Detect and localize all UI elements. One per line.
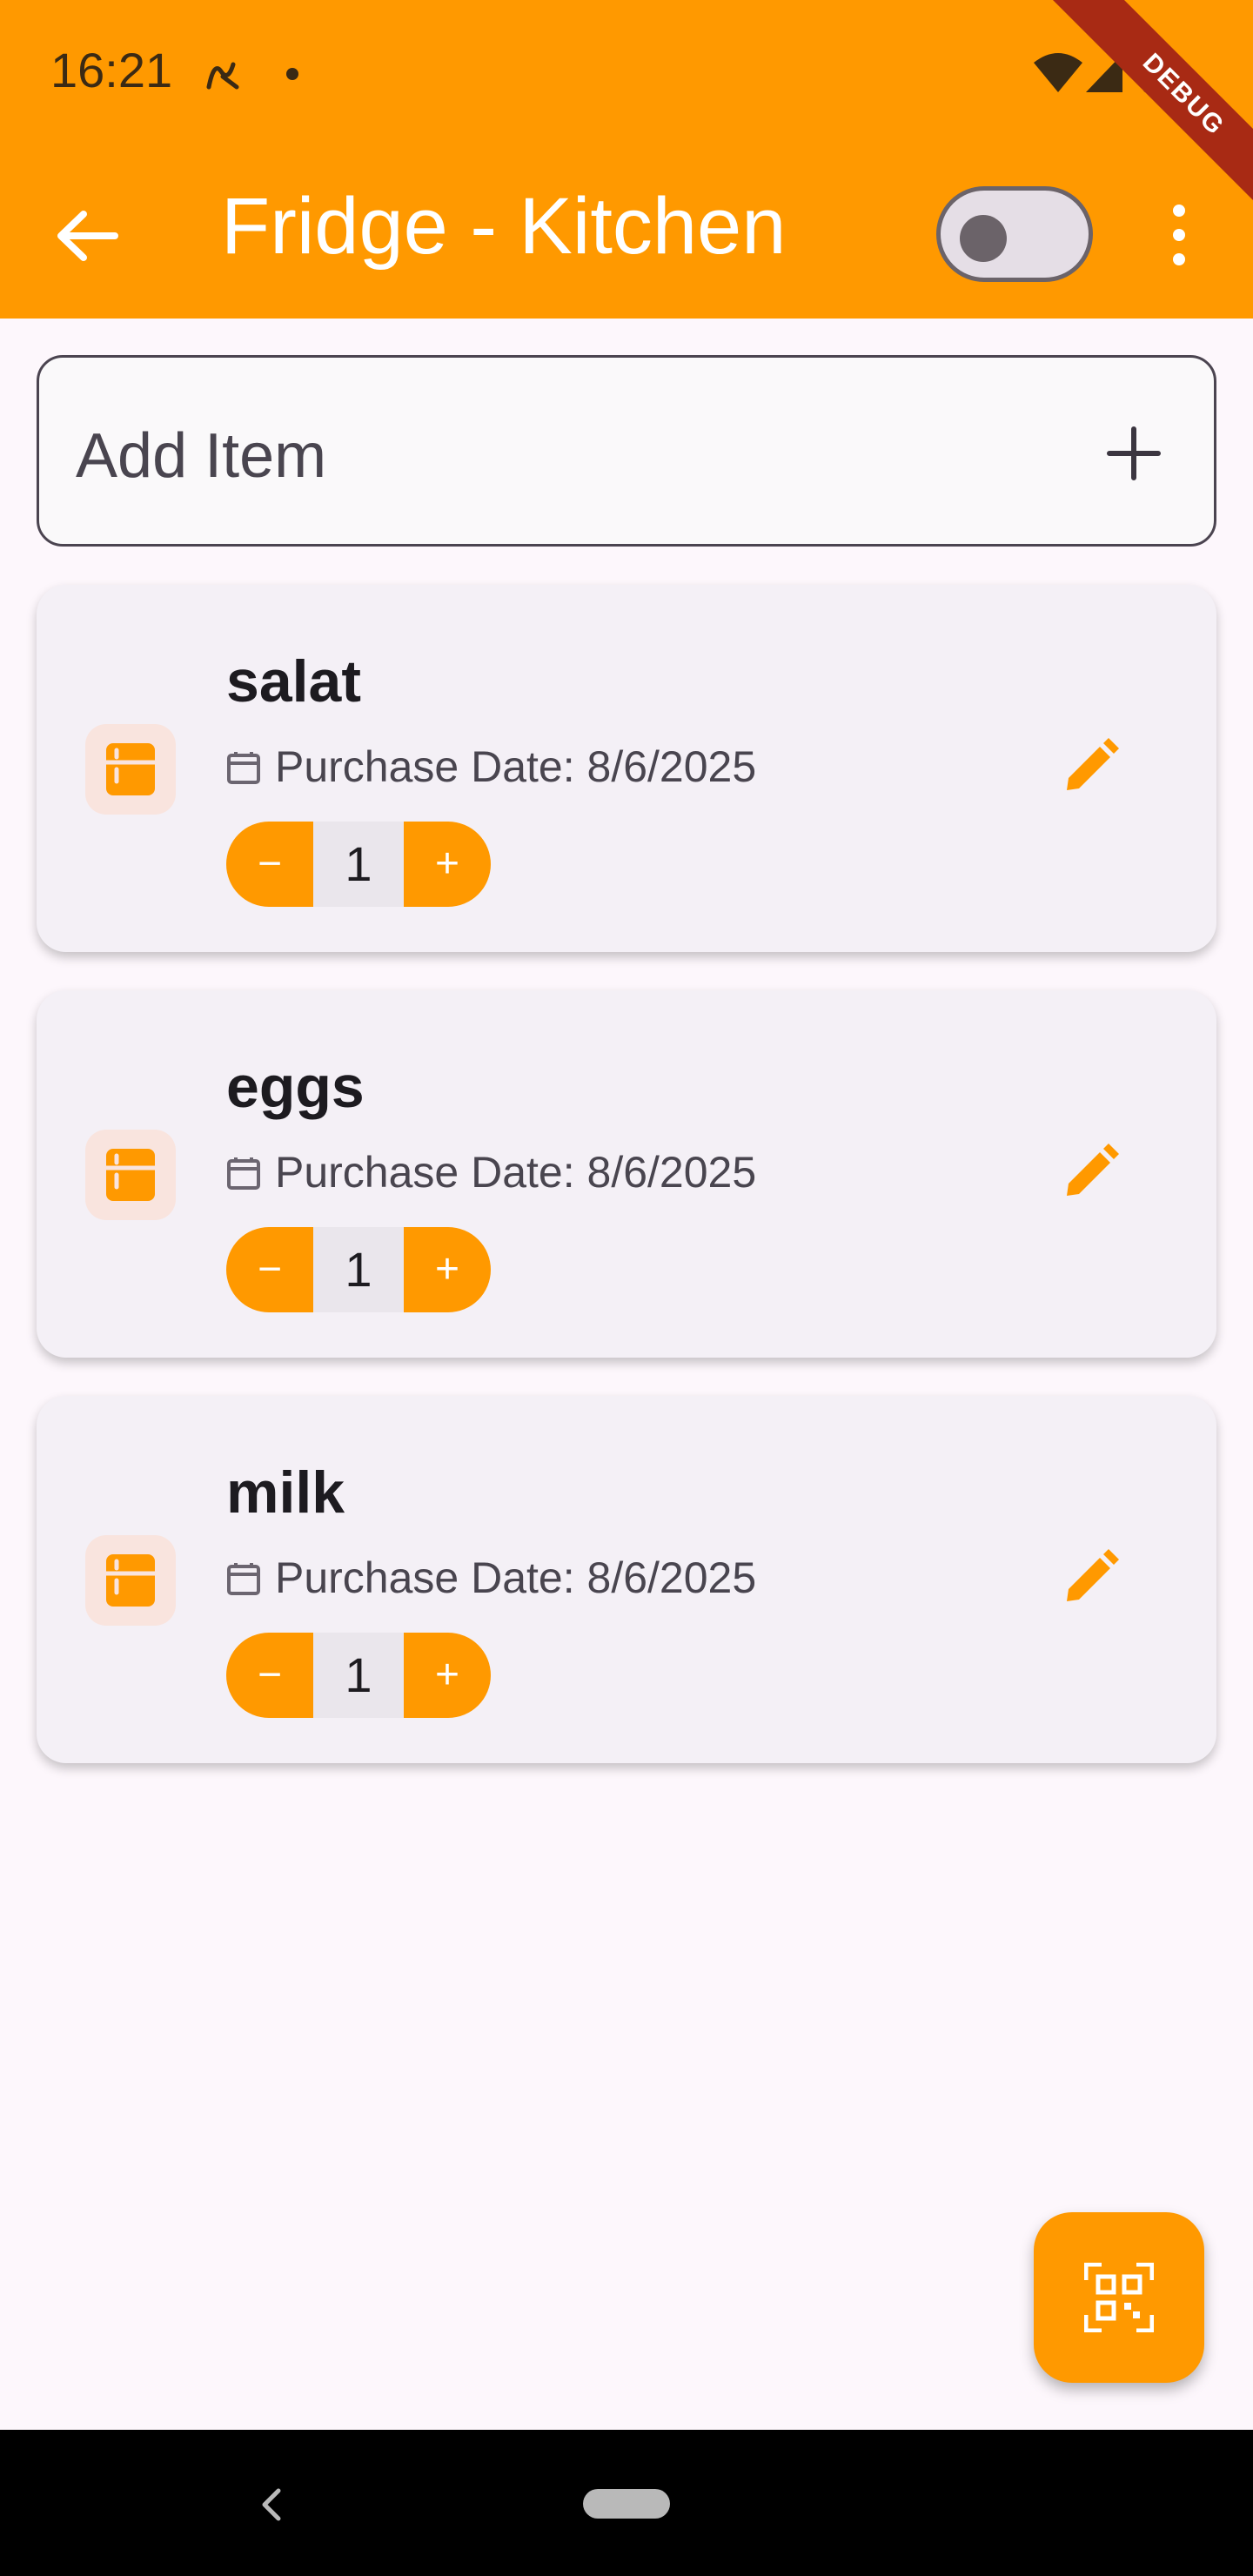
- home-pill[interactable]: [583, 2489, 670, 2519]
- quantity-value: 1: [313, 1633, 404, 1718]
- decrement-button[interactable]: −: [226, 1227, 313, 1312]
- minus-icon: −: [257, 841, 283, 887]
- quantity-value: 1: [313, 1227, 404, 1312]
- purchase-date: Purchase Date: 8/6/2025: [275, 1148, 757, 1197]
- calendar-icon: [227, 1157, 260, 1190]
- qr-scanner-icon: [1084, 2263, 1154, 2332]
- item-name: salat: [226, 648, 361, 714]
- dot-icon: [286, 68, 298, 80]
- plus-icon: +: [434, 1652, 460, 1698]
- add-item-label: Add Item: [76, 421, 327, 491]
- status-time: 16:21: [50, 43, 173, 97]
- quantity-stepper: − 1 +: [226, 1633, 491, 1718]
- toggle-knob: [960, 215, 1007, 262]
- plus-icon: +: [434, 1246, 460, 1292]
- quantity-stepper: − 1 +: [226, 1227, 491, 1312]
- item-name: eggs: [226, 1054, 365, 1120]
- fridge-icon: [106, 743, 155, 795]
- item-icon-container: [85, 1535, 176, 1626]
- app-bar: 16:21 DEBUG Fridge - Kitchen: [0, 0, 1253, 319]
- mode-toggle[interactable]: [936, 186, 1093, 282]
- system-nav-bar: [0, 2430, 1253, 2576]
- plus-icon: +: [434, 841, 460, 887]
- fridge-icon: [106, 1554, 155, 1607]
- more-vert-icon[interactable]: [1157, 200, 1201, 270]
- wifi-icon: [1034, 53, 1082, 92]
- calendar-icon: [227, 1563, 260, 1595]
- increment-button[interactable]: +: [404, 822, 491, 907]
- pencil-icon[interactable]: [1060, 736, 1121, 797]
- list-item[interactable]: salat Purchase Date: 8/6/2025 − 1 +: [37, 585, 1216, 952]
- increment-button[interactable]: +: [404, 1227, 491, 1312]
- item-name: milk: [226, 1459, 345, 1526]
- fridge-icon: [106, 1149, 155, 1201]
- decrement-button[interactable]: −: [226, 822, 313, 907]
- quantity-value: 1: [313, 822, 404, 907]
- pencil-icon[interactable]: [1060, 1142, 1121, 1203]
- purchase-date: Purchase Date: 8/6/2025: [275, 742, 757, 791]
- pencil-icon[interactable]: [1060, 1547, 1121, 1608]
- scan-qr-button[interactable]: [1034, 2212, 1204, 2383]
- list-item[interactable]: eggs Purchase Date: 8/6/2025 − 1 +: [37, 990, 1216, 1358]
- plus-icon[interactable]: [1099, 419, 1169, 488]
- item-icon-container: [85, 724, 176, 815]
- page-title: Fridge - Kitchen: [221, 182, 787, 271]
- minus-icon: −: [257, 1652, 283, 1698]
- calendar-icon: [227, 752, 260, 784]
- decrement-button[interactable]: −: [226, 1633, 313, 1718]
- list-item[interactable]: milk Purchase Date: 8/6/2025 − 1 +: [37, 1396, 1216, 1763]
- add-item-field[interactable]: Add Item: [37, 355, 1216, 547]
- debug-banner: DEBUG: [1049, 0, 1253, 230]
- minus-icon: −: [257, 1246, 283, 1292]
- chevron-left-icon[interactable]: [252, 2485, 291, 2524]
- increment-button[interactable]: +: [404, 1633, 491, 1718]
- arrow-left-icon[interactable]: [49, 197, 127, 275]
- quantity-stepper: − 1 +: [226, 822, 491, 907]
- notification-icon: [206, 62, 239, 90]
- item-icon-container: [85, 1130, 176, 1220]
- purchase-date: Purchase Date: 8/6/2025: [275, 1553, 757, 1602]
